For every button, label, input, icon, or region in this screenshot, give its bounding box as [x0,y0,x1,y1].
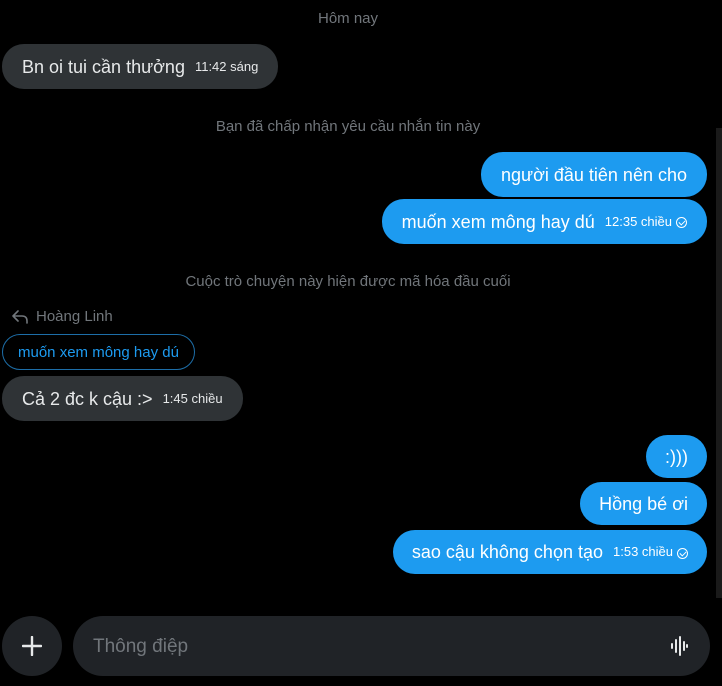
message-bubble-incoming[interactable]: Cả 2 đc k cậu :> 1:45 chiều [2,376,243,421]
reply-header: Hoàng Linh [12,308,113,325]
message-bubble-outgoing[interactable]: sao cậu không chọn tạo 1:53 chiều [392,530,707,574]
sent-check-icon [676,217,687,228]
message-bubble-outgoing[interactable]: Hồng bé ơi [580,482,707,525]
quoted-message[interactable]: muốn xem mông hay dú [2,334,195,370]
voice-wave-icon[interactable] [670,636,688,656]
encryption-notice: Cuộc trò chuyện này hiện được mã hóa đầu… [185,273,511,290]
message-time: 1:45 chiều [162,390,223,406]
message-text: người đầu tiên nên cho [501,164,687,185]
message-text: Bn oi tui cần thưởng [22,56,185,77]
scrollbar[interactable] [716,128,722,598]
message-text: sao cậu không chọn tạo [411,542,603,562]
message-text: Cả 2 đc k cậu :> [22,388,153,409]
quoted-text: muốn xem mông hay dú [18,343,179,361]
message-text: muốn xem mông hay dú [401,211,595,232]
message-composer [73,616,710,678]
message-time: 12:35 chiều [604,213,672,229]
reply-author: Hoàng Linh [36,308,113,325]
message-bubble-outgoing[interactable]: người đầu tiên nên cho [481,152,707,197]
reply-arrow-icon [12,309,28,324]
message-text: Hồng bé ơi [599,493,688,514]
plus-icon [22,636,42,656]
add-attachment-button[interactable] [2,616,62,676]
message-input[interactable] [91,616,655,678]
day-separator: Hôm nay [317,10,379,27]
message-bubble-outgoing[interactable]: muốn xem mông hay dú 12:35 chiều [381,199,707,244]
sent-check-icon [677,547,688,559]
message-time: 1:53 chiều [613,544,673,559]
message-text: :))) [665,446,688,467]
message-bubble-outgoing[interactable]: :))) [646,435,707,478]
message-bubble-incoming[interactable]: Bn oi tui cần thưởng 11:42 sáng [2,44,279,89]
message-time: 11:42 sáng [194,58,259,74]
request-accepted-notice: Bạn đã chấp nhận yêu cầu nhắn tin này [215,118,481,135]
